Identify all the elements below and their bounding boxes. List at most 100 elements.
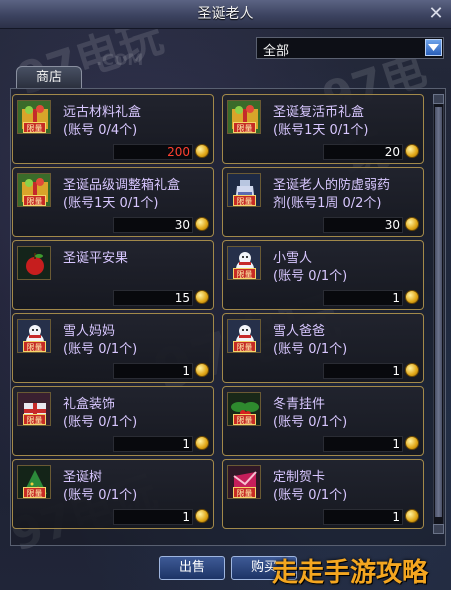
snowman-icon: 限量: [227, 319, 261, 353]
item-price: 20: [384, 145, 400, 159]
item-price: 1: [392, 510, 400, 524]
potion-icon: 限量: [227, 173, 261, 207]
item-purchase-limit: (账号 0/4个): [63, 123, 138, 138]
shop-item-card[interactable]: 限量 礼盒装饰 (账号 0/1个) 1: [12, 386, 214, 456]
gold-coin-icon: [195, 217, 209, 231]
gold-coin-icon: [405, 436, 419, 450]
scrollbar[interactable]: [433, 94, 444, 534]
item-purchase-limit: (账号 0/1个): [273, 488, 348, 503]
item-name: 冬青挂件: [273, 397, 326, 412]
item-price: 30: [174, 218, 190, 232]
item-purchase-limit: (账号 0/1个): [63, 488, 138, 503]
shop-item-card[interactable]: 圣诞平安果 15: [12, 240, 214, 310]
close-icon[interactable]: ✕: [425, 3, 447, 25]
item-price: 200: [167, 145, 190, 159]
gold-coin-icon: [405, 217, 419, 231]
gold-coin-icon: [195, 509, 209, 523]
price-box: 1: [323, 436, 403, 452]
category-dropdown[interactable]: 全部: [256, 37, 444, 59]
limited-badge: 限量: [23, 341, 46, 352]
price-box: 1: [113, 363, 193, 379]
limited-badge: 限量: [233, 414, 256, 425]
gold-coin-icon: [195, 290, 209, 304]
gold-coin-icon: [405, 363, 419, 377]
limited-badge: 限量: [23, 195, 46, 206]
gift-decoration-icon: 限量: [17, 392, 51, 426]
price-box: 1: [113, 436, 193, 452]
gold-coin-icon: [405, 509, 419, 523]
gift-box-icon: 限量: [17, 173, 51, 207]
limited-badge: 限量: [233, 487, 256, 498]
shop-item-card[interactable]: 限量 远古材料礼盒 (账号 0/4个) 200: [12, 94, 214, 164]
item-name: 圣诞复活币礼盒: [273, 105, 365, 120]
shop-item-card[interactable]: 限量 雪人妈妈 (账号 0/1个) 1: [12, 313, 214, 383]
item-purchase-limit: (账号1天 0/1个): [273, 123, 369, 138]
item-name: 远古材料礼盒: [63, 105, 142, 120]
item-purchase-limit: 剂(账号1周 0/2个): [273, 196, 382, 211]
item-name: 小雪人: [273, 251, 313, 266]
item-price: 1: [182, 364, 190, 378]
shop-item-card[interactable]: 限量 圣诞复活币礼盒 (账号1天 0/1个) 20: [222, 94, 424, 164]
gold-coin-icon: [405, 290, 419, 304]
shop-item-card[interactable]: 限量 小雪人 (账号 0/1个) 1: [222, 240, 424, 310]
scroll-down-button[interactable]: [433, 524, 444, 534]
item-purchase-limit: (账号 0/1个): [273, 415, 348, 430]
shop-item-card[interactable]: 限量 圣诞品级调整箱礼盒 (账号1天 0/1个) 30: [12, 167, 214, 237]
item-name: 雪人爸爸: [273, 324, 326, 339]
item-name: 圣诞品级调整箱礼盒: [63, 178, 181, 193]
item-purchase-limit: (账号1天 0/1个): [63, 196, 159, 211]
item-name: 雪人妈妈: [63, 324, 116, 339]
gold-coin-icon: [405, 144, 419, 158]
price-box: 30: [113, 217, 193, 233]
shop-item-card[interactable]: 限量 圣诞老人的防虚弱药 剂(账号1周 0/2个) 30: [222, 167, 424, 237]
scroll-up-button[interactable]: [433, 94, 444, 104]
limited-badge: 限量: [233, 195, 256, 206]
item-name: 圣诞平安果: [63, 251, 129, 266]
limited-badge: 限量: [23, 487, 46, 498]
gift-box-icon: 限量: [17, 100, 51, 134]
item-purchase-limit: (账号 0/1个): [63, 415, 138, 430]
gold-coin-icon: [195, 436, 209, 450]
price-box: 1: [323, 290, 403, 306]
sell-button[interactable]: 出售: [159, 556, 225, 580]
price-box: 1: [323, 509, 403, 525]
greeting-card-icon: 限量: [227, 465, 261, 499]
item-price: 30: [384, 218, 400, 232]
shop-item-card[interactable]: 限量 圣诞树 (账号 0/1个) 1: [12, 459, 214, 529]
item-price: 1: [182, 437, 190, 451]
price-box: 20: [323, 144, 403, 160]
item-name: 礼盒装饰: [63, 397, 116, 412]
item-price: 15: [174, 291, 190, 305]
scroll-thumb[interactable]: [435, 107, 442, 517]
price-box: 15: [113, 290, 193, 306]
item-purchase-limit: (账号 0/1个): [273, 342, 348, 357]
limited-badge: 限量: [23, 122, 46, 133]
item-price: 1: [182, 510, 190, 524]
shop-item-card[interactable]: 限量 雪人爸爸 (账号 0/1个) 1: [222, 313, 424, 383]
item-price: 1: [392, 364, 400, 378]
buy-button[interactable]: 购买: [231, 556, 297, 580]
apple-icon: [17, 246, 51, 280]
tab-shop[interactable]: 商店: [16, 66, 82, 88]
category-dropdown-value: 全部: [263, 44, 290, 59]
limited-badge: 限量: [233, 122, 256, 133]
limited-badge: 限量: [233, 268, 256, 279]
shop-item-card[interactable]: 限量 定制贺卡 (账号 0/1个) 1: [222, 459, 424, 529]
gold-coin-icon: [195, 363, 209, 377]
price-box: 1: [323, 363, 403, 379]
snowman-icon: 限量: [227, 246, 261, 280]
gift-box-icon: 限量: [227, 100, 261, 134]
limited-badge: 限量: [233, 341, 256, 352]
item-name: 圣诞树: [63, 470, 103, 485]
item-name: 定制贺卡: [273, 470, 326, 485]
price-box: 1: [113, 509, 193, 525]
price-box: 200: [113, 144, 193, 160]
item-purchase-limit: (账号 0/1个): [273, 269, 348, 284]
christmas-tree-icon: 限量: [17, 465, 51, 499]
item-name: 圣诞老人的防虚弱药: [273, 178, 391, 193]
holly-icon: 限量: [227, 392, 261, 426]
price-box: 30: [323, 217, 403, 233]
chevron-down-icon[interactable]: [425, 39, 442, 56]
shop-item-card[interactable]: 限量 冬青挂件 (账号 0/1个) 1: [222, 386, 424, 456]
gold-coin-icon: [195, 144, 209, 158]
